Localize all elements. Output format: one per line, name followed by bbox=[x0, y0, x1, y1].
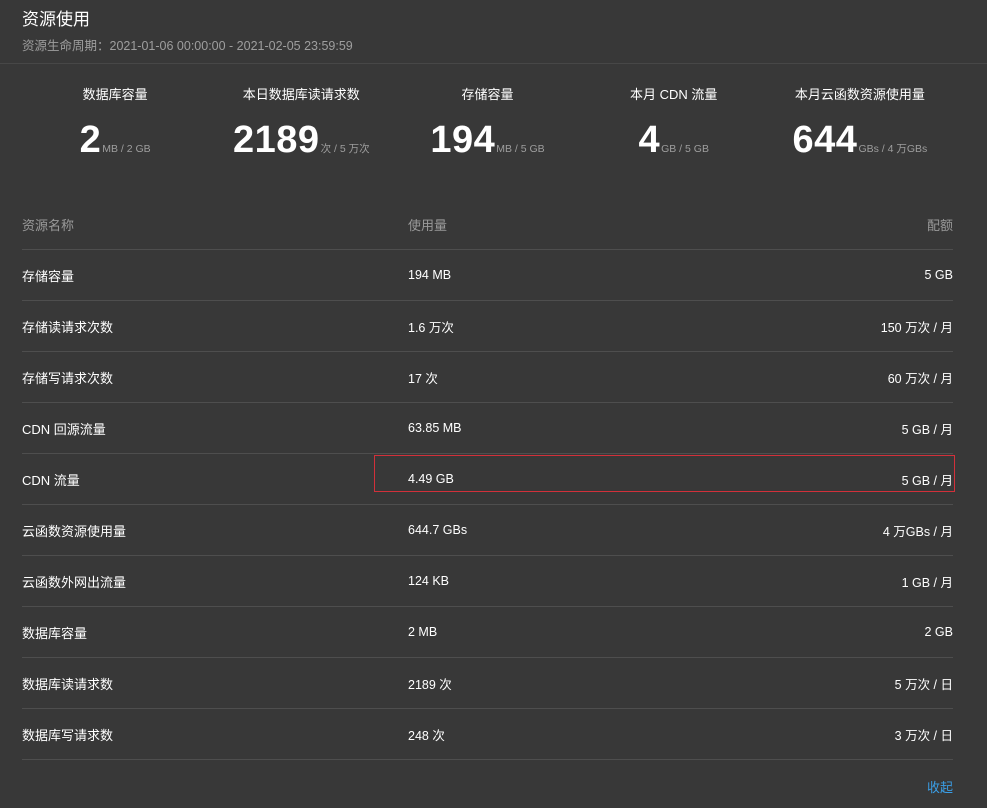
table-row: 数据库写请求数 248 次 3 万次 / 日 bbox=[22, 709, 953, 760]
resource-lifecycle-text: 资源生命周期：2021-01-06 00:00:00 - 2021-02-05 … bbox=[22, 39, 353, 53]
cell-name: 数据库写请求数 bbox=[22, 727, 114, 743]
stat-storage-capacity: 存储容量 194MB / 5 GB bbox=[394, 86, 580, 171]
panel-header: 资源使用 资源生命周期：2021-01-06 00:00:00 - 2021-0… bbox=[22, 8, 353, 54]
stat-label: 数据库容量 bbox=[82, 87, 148, 102]
cell-quota: 2 GB bbox=[924, 625, 954, 639]
cell-quota: 4 万GBs / 月 bbox=[882, 524, 953, 539]
table-row: 云函数资源使用量 644.7 GBs 4 万GBs / 月 bbox=[22, 505, 953, 556]
table-row: 存储写请求次数 17 次 60 万次 / 月 bbox=[22, 352, 953, 403]
stat-cdn-traffic-month: 本月 CDN 流量 4GB / 5 GB bbox=[581, 86, 767, 171]
resource-usage-panel: 资源使用 资源生命周期：2021-01-06 00:00:00 - 2021-0… bbox=[0, 0, 987, 808]
collapse-link[interactable]: 收起 bbox=[927, 777, 953, 796]
header-divider bbox=[0, 63, 987, 64]
stat-label: 存储容量 bbox=[461, 87, 514, 102]
cell-usage: 124 KB bbox=[408, 574, 450, 588]
stat-label: 本月 CDN 流量 bbox=[630, 87, 718, 102]
cell-name: CDN 回源流量 bbox=[22, 421, 106, 437]
table-row: 数据库读请求数 2189 次 5 万次 / 日 bbox=[22, 658, 953, 709]
cell-quota: 5 万次 / 日 bbox=[894, 677, 953, 692]
stat-unit: MB / 5 GB bbox=[496, 143, 545, 155]
cell-usage: 248 次 bbox=[408, 728, 445, 743]
cell-usage: 2189 次 bbox=[408, 677, 452, 692]
stat-cloud-function-usage-month: 本月云函数资源使用量 644GBs / 4 万GBs bbox=[767, 86, 953, 171]
table-row: 云函数外网出流量 124 KB 1 GB / 月 bbox=[22, 556, 953, 607]
table-row: 存储容量 194 MB 5 GB bbox=[22, 250, 953, 301]
cell-quota: 5 GB bbox=[924, 268, 954, 282]
stat-db-read-requests-today: 本日数据库读请求数 2189次 / 5 万次 bbox=[208, 86, 394, 171]
column-header-quota: 配额 bbox=[926, 217, 953, 233]
stat-unit: GBs / 4 万GBs bbox=[858, 143, 928, 155]
stat-db-capacity: 数据库容量 2MB / 2 GB bbox=[22, 86, 208, 171]
cell-usage: 17 次 bbox=[408, 371, 438, 386]
column-header-name: 资源名称 bbox=[22, 217, 75, 233]
cell-quota: 5 GB / 月 bbox=[901, 422, 953, 437]
stat-value: 2189 bbox=[233, 119, 320, 161]
cell-name: 存储读请求次数 bbox=[22, 319, 114, 335]
cell-usage: 4.49 GB bbox=[408, 472, 454, 486]
cell-name: 云函数外网出流量 bbox=[22, 574, 127, 590]
cell-name: 数据库读请求数 bbox=[22, 676, 114, 692]
table-row: CDN 回源流量 63.85 MB 5 GB / 月 bbox=[22, 403, 953, 454]
cell-usage: 63.85 MB bbox=[408, 421, 462, 435]
cell-name: 云函数资源使用量 bbox=[22, 523, 127, 539]
stat-value: 194 bbox=[430, 119, 496, 161]
stats-summary: 数据库容量 2MB / 2 GB 本日数据库读请求数 2189次 / 5 万次 … bbox=[22, 86, 953, 171]
page-title: 资源使用 bbox=[22, 10, 90, 29]
stat-label: 本月云函数资源使用量 bbox=[794, 87, 925, 102]
stat-unit: MB / 2 GB bbox=[102, 143, 151, 155]
cell-quota: 3 万次 / 日 bbox=[894, 728, 953, 743]
stat-unit: 次 / 5 万次 bbox=[320, 143, 370, 155]
cell-name: 数据库容量 bbox=[22, 625, 88, 641]
cell-usage: 644.7 GBs bbox=[408, 523, 468, 537]
table-row: 存储读请求次数 1.6 万次 150 万次 / 月 bbox=[22, 301, 953, 352]
table-row-highlighted: CDN 流量 4.49 GB 5 GB / 月 bbox=[22, 454, 955, 505]
stat-unit: GB / 5 GB bbox=[661, 143, 709, 155]
stat-label: 本日数据库读请求数 bbox=[242, 87, 360, 102]
table-header-row: 资源名称 使用量 配额 bbox=[22, 199, 953, 250]
cell-quota: 60 万次 / 月 bbox=[887, 371, 953, 386]
cell-usage: 1.6 万次 bbox=[408, 320, 454, 335]
cell-name: CDN 流量 bbox=[22, 472, 80, 488]
cell-usage: 2 MB bbox=[408, 625, 438, 639]
cell-usage: 194 MB bbox=[408, 268, 452, 282]
column-header-usage: 使用量 bbox=[408, 217, 448, 233]
stat-value: 4 bbox=[638, 119, 661, 161]
cell-name: 存储写请求次数 bbox=[22, 370, 114, 386]
cell-quota: 150 万次 / 月 bbox=[880, 320, 953, 335]
cell-quota: 5 GB / 月 bbox=[901, 473, 953, 488]
cell-name: 存储容量 bbox=[22, 268, 75, 284]
cell-quota: 1 GB / 月 bbox=[901, 575, 953, 590]
stat-value: 2 bbox=[79, 119, 102, 161]
resource-usage-table: 资源名称 使用量 配额 存储容量 194 MB 5 GB 存储读请求次数 1.6… bbox=[22, 199, 955, 760]
table-row: 数据库容量 2 MB 2 GB bbox=[22, 607, 953, 658]
stat-value: 644 bbox=[792, 119, 858, 161]
